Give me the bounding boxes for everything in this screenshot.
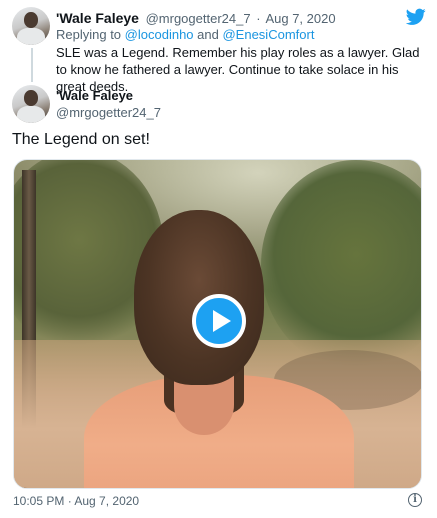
play-icon[interactable] [192,294,246,348]
tweet-timestamp[interactable]: 10:05 PM · Aug 7, 2020 [13,494,139,508]
video-player[interactable] [13,159,422,489]
parent-handle[interactable]: @mrgogetter24_7 [146,11,251,26]
reply-user-link-2[interactable]: @EnesiComfort [222,27,314,42]
thread-connector-line [31,48,33,82]
parent-tweet-header: 'Wale Faleye @mrgogetter24_7 · Aug 7, 20… [56,10,336,26]
main-tweet-text: The Legend on set! [12,131,150,148]
main-avatar[interactable] [12,85,50,123]
reply-user-link-1[interactable]: @locodinho [125,27,194,42]
main-display-name[interactable]: 'Wale Faleye [56,88,133,103]
reply-and-text: and [197,27,219,42]
parent-separator: · [256,11,261,26]
video-frame-person-head [134,210,264,385]
replying-prefix: Replying to [56,27,122,42]
parent-avatar[interactable] [12,7,50,45]
twitter-bird-icon[interactable] [406,8,426,26]
parent-date[interactable]: Aug 7, 2020 [265,11,335,26]
main-handle[interactable]: @mrgogetter24_7 [56,105,161,120]
replying-to-line: Replying to @locodinho and @EnesiComfort [56,27,314,42]
info-icon[interactable]: i [408,493,422,507]
parent-display-name[interactable]: 'Wale Faleye [56,10,139,26]
